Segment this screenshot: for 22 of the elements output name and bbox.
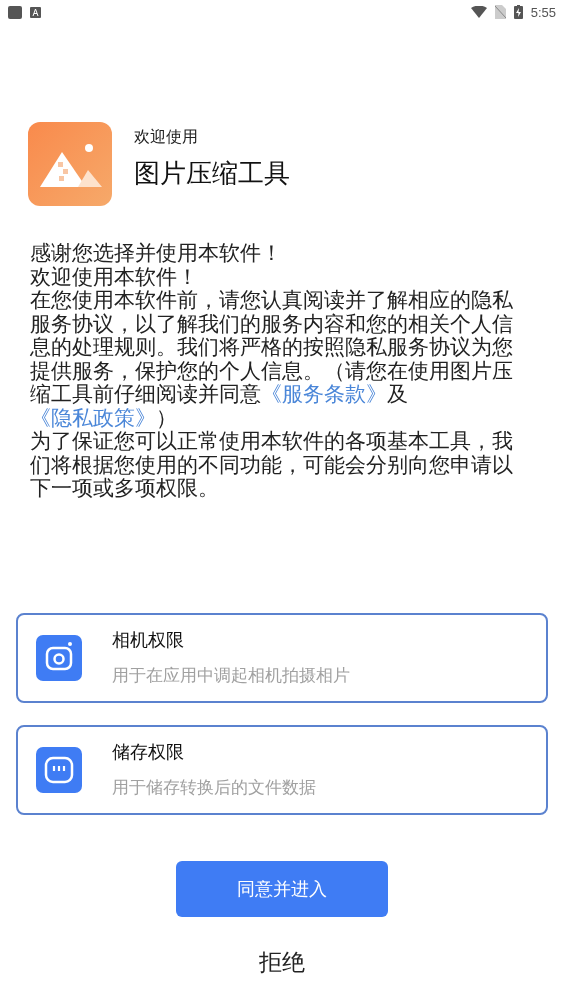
permission-description: 用于在应用中调起相机拍摄相片 [112, 664, 350, 687]
camera-icon [36, 634, 82, 681]
wifi-icon [470, 6, 487, 18]
decline-button[interactable]: 拒绝 [255, 944, 309, 980]
app-title: 图片压缩工具 [134, 157, 290, 190]
battery-icon [513, 5, 523, 19]
permission-title: 储存权限 [112, 740, 185, 764]
status-time: 5:55 [530, 4, 556, 20]
intro-line: 感谢您选择并使用本软件！ [30, 242, 283, 266]
policy-paragraph: 在您使用本软件前，请您认真阅读并了解相应的隐私服务协议，以了解我们的服务内容和您的相关个人信息的处理规则。我们将严格的按照隐私服务协议为您提供服务，保护您的个人信息。（请您在使用图片压缩工具前仔细阅读并同意《服务条款》及 《隐私政策》） [30, 289, 514, 430]
app-logo-icon [28, 122, 112, 206]
permissions-paragraph: 为了保证您可以正常使用本软件的各项基本工具，我们将根据您使用的不同功能，可能会分别向您申请以下一项或多项权限。 [30, 430, 514, 501]
permission-description: 用于储存转换后的文件数据 [112, 776, 316, 799]
intro-line: 欢迎使用本软件！ [30, 265, 199, 289]
no-sim-icon [494, 5, 506, 19]
policy-link[interactable]: 《服务条款》 [261, 382, 387, 406]
storage-icon [36, 746, 82, 793]
permission-title: 相机权限 [112, 628, 185, 652]
welcome-label: 欢迎使用 [134, 127, 199, 148]
policy-link[interactable]: 《隐私政策》 [30, 405, 156, 430]
agree-button[interactable]: 同意并进入 [176, 860, 388, 917]
keyboard-icon [30, 6, 41, 18]
